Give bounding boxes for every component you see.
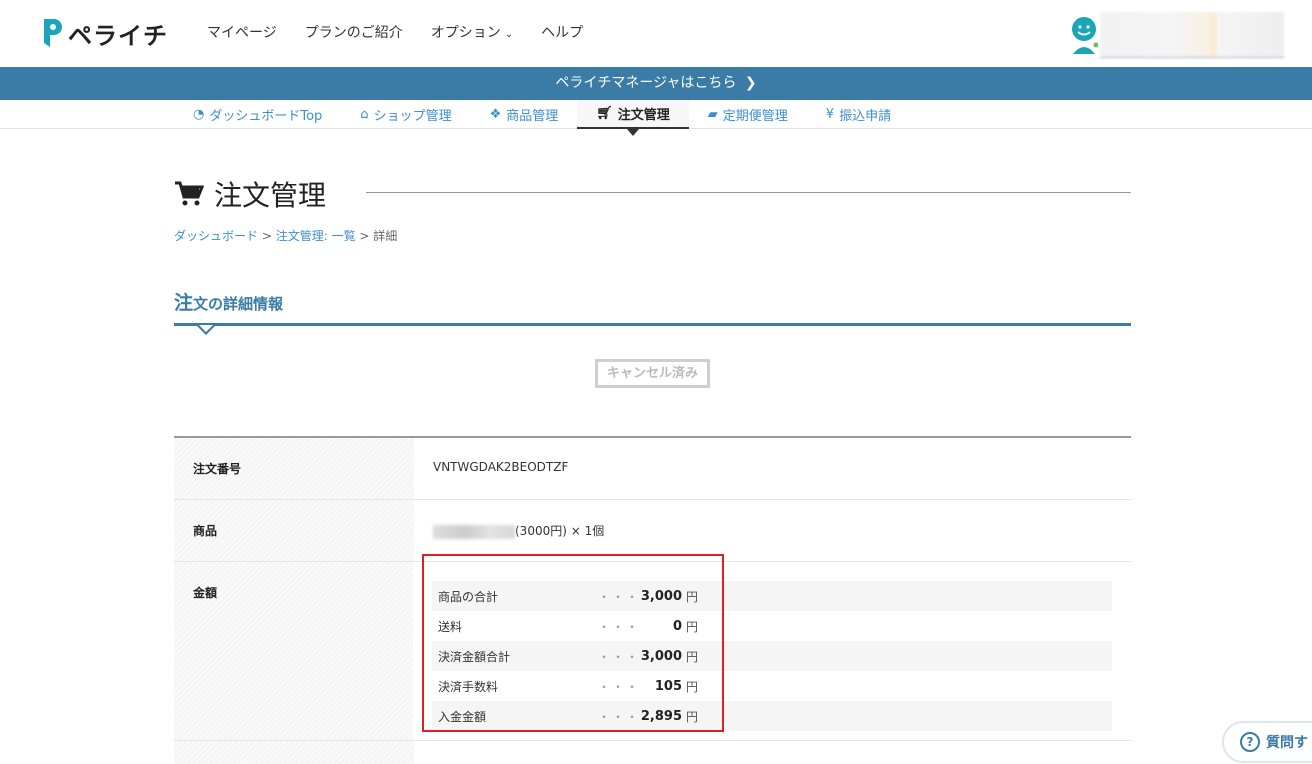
tab-subscriptions[interactable]: ▰ 定期便管理 bbox=[689, 100, 807, 129]
section-title-rest: 文の詳細情報 bbox=[193, 295, 284, 313]
tab-dashboard-label: ダッシュボードTop bbox=[209, 109, 323, 124]
amount-label: 金額 bbox=[174, 562, 413, 751]
nav-options-label: オプション bbox=[430, 25, 501, 41]
tab-transfer[interactable]: ¥ 振込申請 bbox=[807, 100, 910, 129]
chevron-down-icon: ⌄ bbox=[504, 29, 514, 40]
home-icon: ⌂ bbox=[360, 107, 369, 122]
tab-subscriptions-label: 定期便管理 bbox=[722, 109, 788, 124]
next-row-head bbox=[174, 741, 414, 764]
tab-transfer-label: 振込申請 bbox=[839, 109, 892, 124]
cart-icon bbox=[175, 181, 204, 206]
tab-orders-label: 注文管理 bbox=[617, 108, 670, 123]
breadcrumb-separator: > bbox=[359, 229, 374, 243]
user-name-redacted[interactable] bbox=[1100, 12, 1284, 58]
manager-link-label: ペライチマネージャはこちら bbox=[555, 75, 737, 91]
tab-orders[interactable]: 🛒︎ 注文管理 bbox=[577, 100, 689, 136]
tab-shop[interactable]: ⌂ ショップ管理 bbox=[341, 100, 470, 129]
user-avatar[interactable] bbox=[1070, 16, 1098, 54]
nav-mypage[interactable]: マイページ bbox=[207, 22, 277, 42]
help-button[interactable]: ? 質問す bbox=[1222, 721, 1312, 763]
logo-text: ペライチ bbox=[68, 22, 168, 50]
page-title: 注文管理 bbox=[174, 174, 326, 214]
status-badge: キャンセル済み bbox=[595, 359, 710, 388]
product-value: (3000円) × 1個 bbox=[515, 524, 605, 538]
highlight-box bbox=[422, 554, 724, 732]
peraichi-logo[interactable]: ペライチ bbox=[40, 16, 168, 51]
top-nav: マイページ プランのご紹介 オプション ⌄ ヘルプ bbox=[207, 22, 583, 42]
tab-products[interactable]: ❖ 商品管理 bbox=[471, 100, 578, 129]
product-value-cell: (3000円) × 1個 bbox=[414, 500, 1131, 561]
dashboard-icon: ◔ bbox=[193, 107, 205, 122]
logo-mark-icon bbox=[44, 18, 62, 47]
tab-dashboard[interactable]: ◔ ダッシュボードTop bbox=[174, 100, 341, 129]
table-row: 商品 (3000円) × 1個 bbox=[174, 499, 1131, 561]
cubes-icon: ❖ bbox=[489, 107, 502, 122]
section-divider bbox=[174, 323, 1131, 326]
nav-options[interactable]: オプション ⌄ bbox=[431, 22, 513, 42]
order-number-label: 注文番号 bbox=[174, 438, 414, 499]
manager-link-bar[interactable]: ペライチマネージャはこちら ❯ bbox=[0, 67, 1312, 100]
section-title-first-char: 注 bbox=[174, 292, 194, 314]
nav-help[interactable]: ヘルプ bbox=[541, 22, 583, 42]
product-name-redacted bbox=[433, 524, 515, 539]
page-title-text: 注文管理 bbox=[214, 179, 327, 212]
breadcrumb: ダッシュボード > 注文管理: 一覧 > 詳細 bbox=[174, 227, 397, 244]
breadcrumb-separator: > bbox=[261, 229, 276, 243]
table-row: 注文番号 VNTWGDAK2BEODTZF bbox=[174, 436, 1131, 499]
truck-icon: ▰ bbox=[707, 107, 718, 122]
tab-shop-label: ショップ管理 bbox=[373, 109, 452, 124]
breadcrumb-current: 詳細 bbox=[373, 229, 398, 243]
question-icon: ? bbox=[1240, 732, 1260, 752]
section-notch-inner bbox=[199, 325, 213, 332]
top-header: ペライチ マイページ プランのご紹介 オプション ⌄ ヘルプ bbox=[0, 0, 1312, 67]
breadcrumb-order-list[interactable]: 注文管理: 一覧 bbox=[276, 229, 356, 243]
chevron-right-icon: ❯ bbox=[744, 75, 757, 91]
yen-icon: ¥ bbox=[825, 107, 835, 122]
cart-icon: 🛒︎ bbox=[596, 106, 613, 121]
table-row bbox=[174, 740, 1131, 764]
sub-nav: ◔ ダッシュボードTop ⌂ ショップ管理 ❖ 商品管理 🛒︎ 注文管理 ▰ 定… bbox=[0, 100, 1312, 136]
title-divider bbox=[366, 192, 1131, 193]
help-button-label: 質問す bbox=[1266, 735, 1308, 751]
nav-plans[interactable]: プランのご紹介 bbox=[305, 22, 403, 42]
section-title: 注文の詳細情報 bbox=[174, 288, 283, 315]
product-label: 商品 bbox=[174, 500, 414, 561]
breadcrumb-dashboard[interactable]: ダッシュボード bbox=[174, 229, 258, 243]
avatar-icon bbox=[1072, 17, 1098, 54]
order-number-value: VNTWGDAK2BEODTZF bbox=[433, 460, 569, 474]
tab-products-label: 商品管理 bbox=[506, 109, 559, 124]
